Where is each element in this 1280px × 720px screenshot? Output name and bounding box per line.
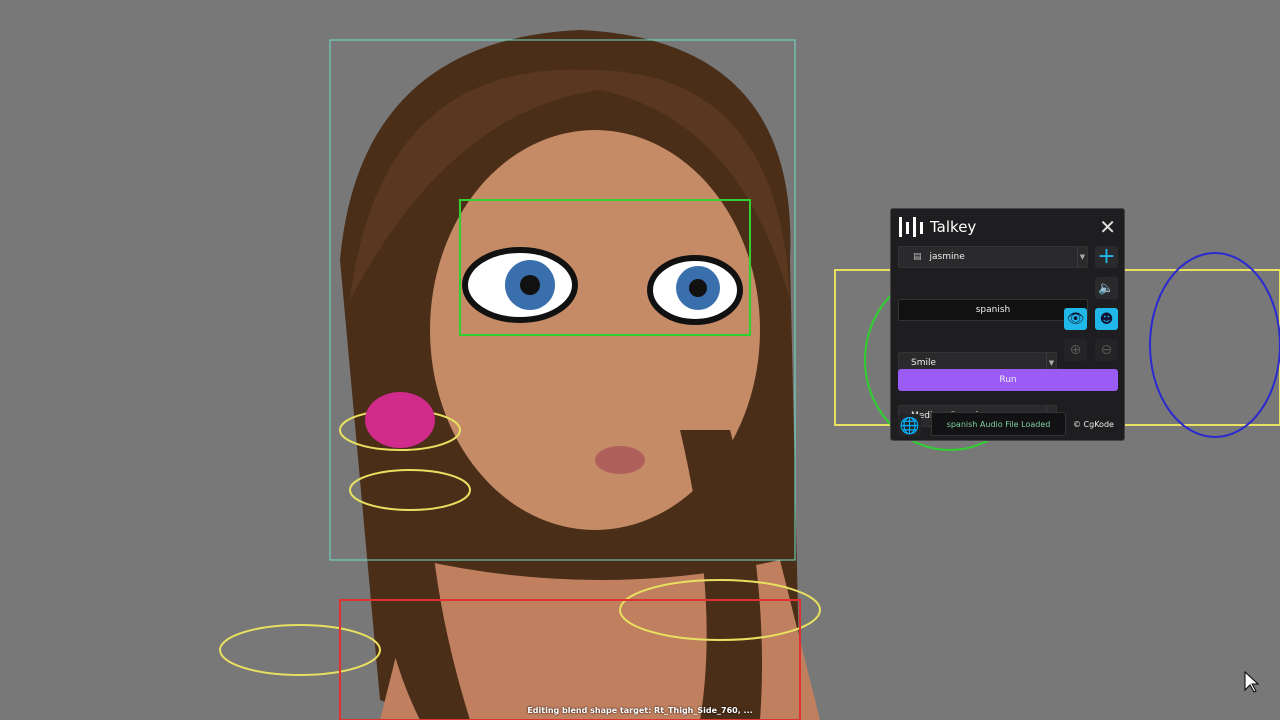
panel-title: Talkey <box>930 218 977 236</box>
talkey-logo-icon <box>899 217 923 237</box>
add-button[interactable]: + <box>1095 246 1118 268</box>
speaker-icon: 🔈 <box>1098 280 1115 296</box>
decrease-button[interactable]: ⊖ <box>1095 339 1118 361</box>
run-label: Run <box>999 375 1017 385</box>
head-settings-button[interactable]: ☻ <box>1095 308 1118 330</box>
eye-icon: 👁 <box>1066 311 1085 327</box>
web-button[interactable]: 🌐 <box>898 414 921 436</box>
run-button[interactable]: Run <box>898 369 1118 391</box>
file-icon: ▤ <box>913 252 922 262</box>
language-field[interactable]: spanish <box>898 299 1088 321</box>
increase-button[interactable]: ⊕ <box>1064 339 1087 361</box>
language-value: spanish <box>975 305 1011 315</box>
close-icon[interactable]: ✕ <box>1099 215 1116 239</box>
character-dropdown[interactable]: ▤ jasmine ▼ <box>898 246 1088 268</box>
status-text: spanish Audio File Loaded <box>946 419 1051 429</box>
character-value: jasmine <box>929 252 965 262</box>
plus-circle-icon: ⊕ <box>1069 342 1082 358</box>
speaker-button[interactable]: 🔈 <box>1095 277 1118 299</box>
credit-link[interactable]: © CgKode <box>1073 420 1114 429</box>
head-gear-icon: ☻ <box>1099 311 1114 327</box>
viewport-status: Editing blend shape target: Rt_Thigh_Sid… <box>527 706 753 715</box>
plus-icon: + <box>1097 244 1116 269</box>
status-box: spanish Audio File Loaded <box>931 412 1066 436</box>
talkey-panel: Talkey ✕ ▤ jasmine ▼ + spanish 🔈 Smile ▼ 👁… <box>890 208 1125 441</box>
minus-circle-icon: ⊖ <box>1100 342 1113 358</box>
globe-icon: 🌐 <box>899 415 920 435</box>
preview-button[interactable]: 👁 <box>1064 308 1087 330</box>
expression-value: Smile <box>911 358 937 368</box>
